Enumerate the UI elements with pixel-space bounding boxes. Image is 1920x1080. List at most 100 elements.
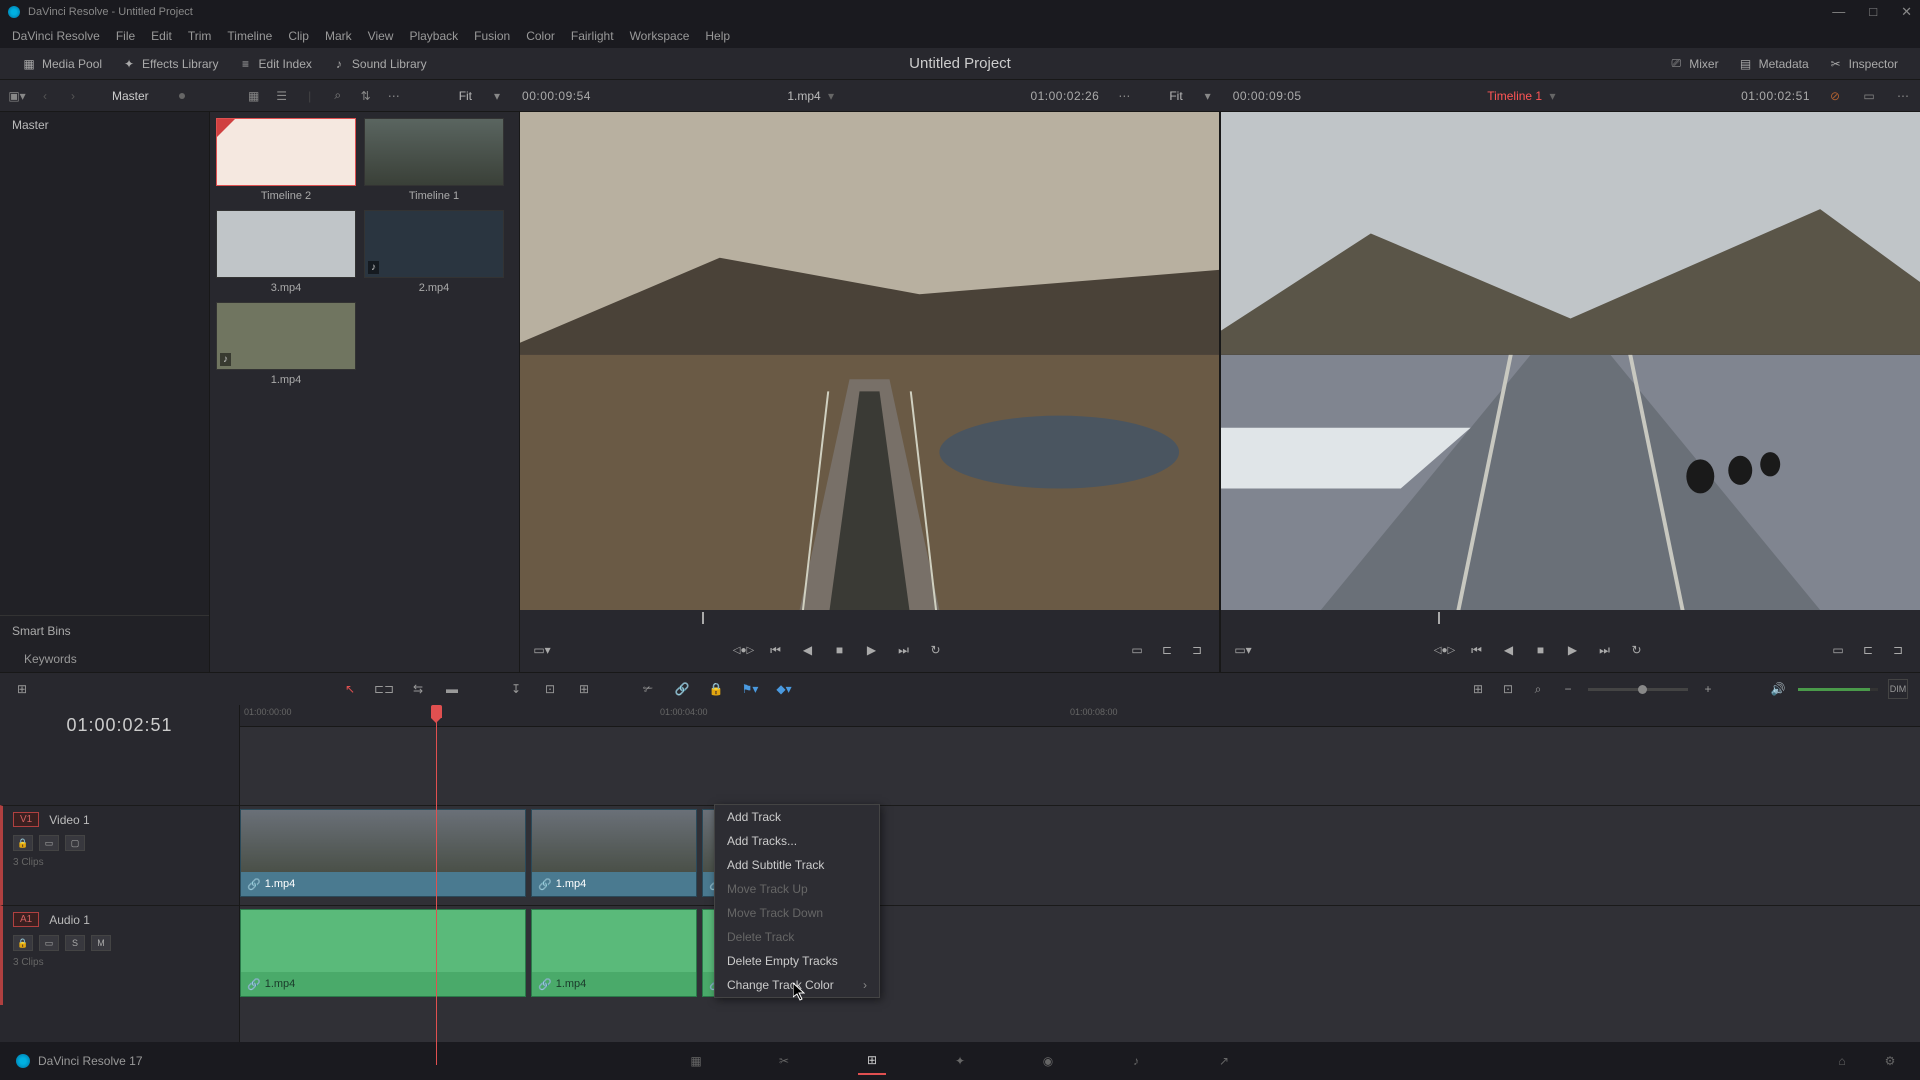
loop-icon[interactable]: ↻ <box>1627 640 1647 660</box>
overwrite-icon[interactable]: ⊡ <box>540 679 560 699</box>
menu-fairlight[interactable]: Fairlight <box>563 29 622 43</box>
lock-icon[interactable]: 🔒 <box>706 679 726 699</box>
timeline-view-options-icon[interactable]: ⊞ <box>12 679 32 699</box>
first-frame-icon[interactable]: ⏮ <box>1467 640 1487 660</box>
timeline-content[interactable]: 01:00:00:00 01:00:04:00 01:00:08:00 🔗1.m… <box>240 705 1920 1065</box>
media-item[interactable]: Timeline 2 <box>216 118 356 202</box>
audio-clip[interactable]: 🔗1.mp4 <box>240 909 526 997</box>
clip-dropdown-icon[interactable]: ▾ <box>828 89 834 103</box>
context-menu-item[interactable]: Delete Empty Tracks <box>715 949 879 973</box>
video-clip[interactable]: 🔗1.mp4 <box>531 809 697 897</box>
media-item[interactable]: Timeline 1 <box>364 118 504 202</box>
thumbnail-view-icon[interactable]: ▦ <box>245 87 263 105</box>
media-pool-button[interactable]: ▦ Media Pool <box>12 53 112 75</box>
zoom-icon[interactable]: ⊞ <box>1468 679 1488 699</box>
edit-index-button[interactable]: ≡ Edit Index <box>229 53 322 75</box>
video-track-header[interactable]: V1 Video 1 🔒 ▭ ▢ 3 Clips <box>0 805 239 905</box>
auto-select-audio-icon[interactable]: ▭ <box>39 935 59 951</box>
menu-clip[interactable]: Clip <box>280 29 317 43</box>
inspector-button[interactable]: ✂ Inspector <box>1819 53 1908 75</box>
program-fit[interactable]: Fit <box>1169 89 1182 103</box>
sort-icon[interactable]: ⇅ <box>357 87 375 105</box>
smart-bins-header[interactable]: Smart Bins <box>0 616 209 646</box>
video-track-badge[interactable]: V1 <box>13 812 39 827</box>
video-track-lane[interactable]: 🔗1.mp4🔗1.mp4🔗1.mp4 <box>240 805 1920 899</box>
effects-library-button[interactable]: ✦ Effects Library <box>112 53 228 75</box>
source-scrubber[interactable] <box>520 610 1219 628</box>
source-fit[interactable]: Fit <box>459 89 472 103</box>
menu-davinci[interactable]: DaVinci Resolve <box>4 29 108 43</box>
program-scrubber[interactable] <box>1221 610 1920 628</box>
media-page-icon[interactable]: ▦ <box>682 1047 710 1075</box>
menu-timeline[interactable]: Timeline <box>219 29 280 43</box>
program-fit-dropdown[interactable]: ▾ <box>1199 87 1217 105</box>
match-frame-icon[interactable]: ▭ <box>1828 640 1848 660</box>
program-viewer-image[interactable] <box>1221 112 1920 610</box>
timeline-ruler[interactable]: 01:00:00:00 01:00:04:00 01:00:08:00 <box>240 705 1920 727</box>
blade-edit-icon[interactable]: ✃ <box>638 679 658 699</box>
volume-slider[interactable] <box>1798 688 1878 691</box>
context-menu-item[interactable]: Add Tracks... <box>715 829 879 853</box>
blade-tool-icon[interactable]: ▬ <box>442 679 462 699</box>
play-icon[interactable]: ▶ <box>1563 640 1583 660</box>
replace-icon[interactable]: ⊞ <box>574 679 594 699</box>
last-frame-icon[interactable]: ⏭ <box>1595 640 1615 660</box>
auto-select-icon[interactable]: ▭ <box>39 835 59 851</box>
play-icon[interactable]: ▶ <box>862 640 882 660</box>
audio-track-header[interactable]: A1 Audio 1 🔒 ▭ S M 3 Clips <box>0 905 239 1005</box>
slow-reverse-icon[interactable]: ◁●▷ <box>1435 640 1455 660</box>
context-menu-item[interactable]: Add Track <box>715 805 879 829</box>
zoom-out-icon[interactable]: − <box>1558 679 1578 699</box>
color-page-icon[interactable]: ◉ <box>1034 1047 1062 1075</box>
mark-in-icon[interactable]: ⊏ <box>1858 640 1878 660</box>
lock-audio-icon[interactable]: 🔒 <box>13 935 33 951</box>
mute-icon[interactable]: M <box>91 935 111 951</box>
audio-track-badge[interactable]: A1 <box>13 912 39 927</box>
stop-icon[interactable]: ■ <box>1531 640 1551 660</box>
dim-button[interactable]: DIM <box>1888 679 1908 699</box>
media-item[interactable]: 3.mp4 <box>216 210 356 294</box>
source-mode-icon[interactable]: ▭▾ <box>532 640 552 660</box>
fairlight-page-icon[interactable]: ♪ <box>1122 1047 1150 1075</box>
video-clip[interactable]: 🔗1.mp4 <box>240 809 526 897</box>
menu-help[interactable]: Help <box>697 29 738 43</box>
menu-edit[interactable]: Edit <box>143 29 180 43</box>
close-button[interactable]: ✕ <box>1901 4 1912 20</box>
mark-out-icon[interactable]: ⊐ <box>1187 640 1207 660</box>
settings-icon[interactable]: ⚙ <box>1876 1047 1904 1075</box>
context-menu-item[interactable]: Change Track Color <box>715 973 879 997</box>
menu-file[interactable]: File <box>108 29 143 43</box>
layout-icon[interactable]: ▣▾ <box>8 87 26 105</box>
timeline-name[interactable]: Timeline 1 <box>1487 89 1542 103</box>
fit-dropdown-icon[interactable]: ▾ <box>488 87 506 105</box>
single-viewer-icon[interactable]: ▭ <box>1860 87 1878 105</box>
dynamic-trim-icon[interactable]: ⇆ <box>408 679 428 699</box>
program-mode-icon[interactable]: ▭▾ <box>1233 640 1253 660</box>
edit-page-icon[interactable]: ⊞ <box>858 1047 886 1075</box>
source-viewer-image[interactable] <box>520 112 1219 610</box>
menu-view[interactable]: View <box>360 29 402 43</box>
zoom-slider[interactable] <box>1588 688 1688 691</box>
menu-mark[interactable]: Mark <box>317 29 360 43</box>
play-reverse-icon[interactable]: ◀ <box>1499 640 1519 660</box>
list-view-icon[interactable]: ☰ <box>273 87 291 105</box>
home-icon[interactable]: ⌂ <box>1828 1047 1856 1075</box>
context-menu-item[interactable]: Add Subtitle Track <box>715 853 879 877</box>
metadata-button[interactable]: ▤ Metadata <box>1729 53 1819 75</box>
source-clip-name[interactable]: 1.mp4 <box>787 89 820 103</box>
stop-icon[interactable]: ■ <box>830 640 850 660</box>
selection-tool-icon[interactable]: ↖ <box>340 679 360 699</box>
menu-color[interactable]: Color <box>518 29 563 43</box>
next-clip-icon[interactable]: ⏭ <box>894 640 914 660</box>
slow-reverse-icon[interactable]: ◁●▷ <box>734 640 754 660</box>
play-reverse-icon[interactable]: ◀ <box>798 640 818 660</box>
menu-playback[interactable]: Playback <box>401 29 466 43</box>
more-program-icon[interactable]: ⋯ <box>1894 87 1912 105</box>
marker-icon[interactable]: ◆▾ <box>774 679 794 699</box>
lock-track-icon[interactable]: 🔒 <box>13 835 33 851</box>
zoom-full-icon[interactable]: ⊡ <box>1498 679 1518 699</box>
volume-icon[interactable]: 🔊 <box>1768 679 1788 699</box>
playhead-handle[interactable] <box>431 705 442 718</box>
master-bin[interactable]: Master <box>0 112 209 138</box>
audio-clip[interactable]: 🔗1.mp4 <box>531 909 697 997</box>
